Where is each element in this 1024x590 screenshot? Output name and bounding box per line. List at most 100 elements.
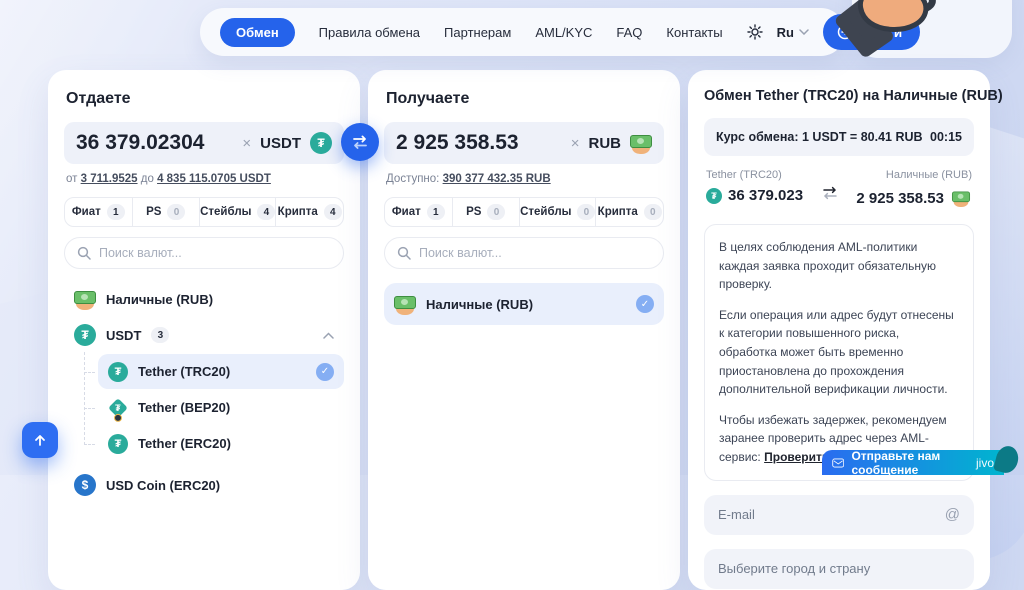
tab-crypto[interactable]: Крипта0 <box>596 198 663 226</box>
get-panel-title: Получаете <box>386 90 662 108</box>
limit-to-link[interactable]: 4 835 115.0705 USDT <box>157 173 271 185</box>
give-panel: Отдаете × USDT ₮ от 3 711.9525 до 4 835 … <box>48 70 360 590</box>
give-search-input[interactable] <box>99 246 331 260</box>
tab-ps[interactable]: PS0 <box>453 198 521 226</box>
list-item-usdc-erc20[interactable]: $ USD Coin (ERC20) <box>64 467 344 503</box>
list-group-usdt[interactable]: ₮ USDT 3 <box>64 317 344 353</box>
list-item-tether-trc20[interactable]: ₮ Tether (TRC20) ✓ <box>98 354 344 389</box>
usdc-icon: $ <box>74 474 96 496</box>
cash-icon <box>630 132 652 154</box>
tab-fiat[interactable]: Фиат1 <box>65 198 133 226</box>
nav-right-cluster: Ru Войти <box>747 14 921 50</box>
tether-icon: ₮ <box>310 132 332 154</box>
swap-directions-button[interactable] <box>341 123 379 161</box>
tether-icon: ₮ <box>108 362 128 382</box>
give-amount-box: × USDT ₮ <box>64 122 344 164</box>
give-category-tabs: Фиат1 PS0 Стейблы4 Крипта4 <box>64 197 344 227</box>
search-icon <box>77 246 91 260</box>
top-navigation: Обмен Правила обмена Партнерам AML/KYC F… <box>200 8 845 56</box>
give-currency-search <box>64 237 344 269</box>
tab-count-badge: 0 <box>577 204 595 220</box>
give-clear-icon[interactable]: × <box>242 136 251 151</box>
email-input[interactable] <box>718 507 937 522</box>
chevron-down-icon <box>799 29 809 35</box>
selected-check-icon: ✓ <box>316 363 334 381</box>
get-clear-icon[interactable]: × <box>571 136 580 151</box>
search-icon <box>397 246 411 260</box>
summary-from-name: Tether (TRC20) <box>706 169 803 181</box>
tab-count-badge: 4 <box>324 204 342 220</box>
tab-ps[interactable]: PS0 <box>133 198 201 226</box>
city-select-input[interactable] <box>718 561 960 576</box>
login-arrow-icon <box>837 24 853 40</box>
list-item-cash-rub[interactable]: Наличные (RUB) <box>64 281 344 317</box>
rate-timer: 00:15 <box>930 130 962 144</box>
nav-link-partners[interactable]: Партнерам <box>444 25 511 40</box>
aml-paragraph: Если операция или адрес будут отнесены к… <box>719 306 959 399</box>
swap-arrows-icon <box>821 185 839 209</box>
login-label: Войти <box>861 25 902 40</box>
chat-widget[interactable]: Отправьте нам сообщение jivo <box>822 450 1004 475</box>
give-panel-title: Отдаете <box>66 90 342 108</box>
tab-count-badge: 0 <box>487 204 505 220</box>
rate-label: Курс обмена: 1 USDT = 80.41 RUB <box>716 130 923 144</box>
summary-amounts-row: Tether (TRC20) ₮ 36 379.023 Наличные (RU… <box>706 169 972 209</box>
at-icon: @ <box>945 506 960 523</box>
envelope-icon <box>832 456 844 470</box>
nav-link-contacts[interactable]: Контакты <box>666 25 722 40</box>
get-amount-box: × RUB <box>384 122 664 164</box>
scroll-to-top-button[interactable] <box>22 422 58 458</box>
get-currency-code: RUB <box>589 135 622 152</box>
cash-icon <box>394 293 416 315</box>
get-search-input[interactable] <box>419 246 651 260</box>
chevron-up-icon <box>323 332 334 339</box>
email-field: @ <box>704 495 974 535</box>
tether-icon: ₮ <box>108 434 128 454</box>
tab-stables[interactable]: Стейблы0 <box>520 198 596 226</box>
chat-brand-label: jivo <box>976 456 994 470</box>
theme-toggle-sun-icon[interactable] <box>747 24 763 40</box>
available-label: Доступно: <box>386 173 439 185</box>
summary-to: Наличные (RUB) 2 925 358.53 <box>856 169 972 209</box>
tab-count-badge: 0 <box>167 204 185 220</box>
exchange-summary-panel: Обмен Tether (TRC20) на Наличные (RUB) К… <box>688 70 990 590</box>
tab-fiat[interactable]: Фиат1 <box>385 198 453 226</box>
list-item-tether-bep20[interactable]: ₮ Tether (BEP20) <box>98 390 344 425</box>
limit-to-label: до <box>141 173 154 185</box>
tab-count-badge: 1 <box>107 204 125 220</box>
tab-crypto[interactable]: Крипта4 <box>276 198 343 226</box>
tab-count-badge: 1 <box>427 204 445 220</box>
cash-icon <box>952 189 970 207</box>
summary-to-name: Наличные (RUB) <box>886 169 972 181</box>
summary-from-amount: 36 379.023 <box>728 187 803 204</box>
chat-message-label: Отправьте нам сообщение <box>851 449 968 477</box>
nav-tab-exchange[interactable]: Обмен <box>220 18 295 47</box>
cash-icon <box>74 288 96 310</box>
summary-title: Обмен Tether (TRC20) на Наличные (RUB) <box>704 88 974 104</box>
language-label: Ru <box>777 25 794 40</box>
selected-check-icon: ✓ <box>636 295 654 313</box>
tab-stables[interactable]: Стейблы4 <box>200 198 276 226</box>
get-available: Доступно: 390 377 432.35 RUB <box>386 173 662 185</box>
usdt-sub-list: ₮ Tether (TRC20) ✓ ₮ Tether (BEP20) ₮ Te… <box>84 354 344 461</box>
get-amount-input[interactable] <box>396 131 562 155</box>
summary-to-amount: 2 925 358.53 <box>856 190 944 207</box>
tab-count-badge: 0 <box>644 204 662 220</box>
give-limits: от 3 711.9525 до 4 835 115.0705 USDT <box>66 173 342 185</box>
nav-link-faq[interactable]: FAQ <box>616 25 642 40</box>
list-item-tether-erc20[interactable]: ₮ Tether (ERC20) <box>98 426 344 461</box>
give-currency-code: USDT <box>260 135 301 152</box>
aml-paragraph: В целях соблюдения AML-политики каждая з… <box>719 238 959 294</box>
nav-link-rules[interactable]: Правила обмена <box>319 25 420 40</box>
give-amount-input[interactable] <box>76 131 233 155</box>
login-button[interactable]: Войти <box>823 14 920 50</box>
tether-icon: ₮ <box>74 324 96 346</box>
tether-icon: ₮ <box>706 188 722 204</box>
list-item-cash-rub-selected[interactable]: Наличные (RUB) ✓ <box>384 283 664 325</box>
arrow-up-icon <box>33 433 47 447</box>
available-link[interactable]: 390 377 432.35 RUB <box>443 173 551 185</box>
limit-from-link[interactable]: 3 711.9525 <box>81 173 138 185</box>
language-selector[interactable]: Ru <box>777 25 809 40</box>
tab-count-badge: 4 <box>257 204 275 220</box>
nav-link-aml-kyc[interactable]: AML/KYC <box>535 25 592 40</box>
